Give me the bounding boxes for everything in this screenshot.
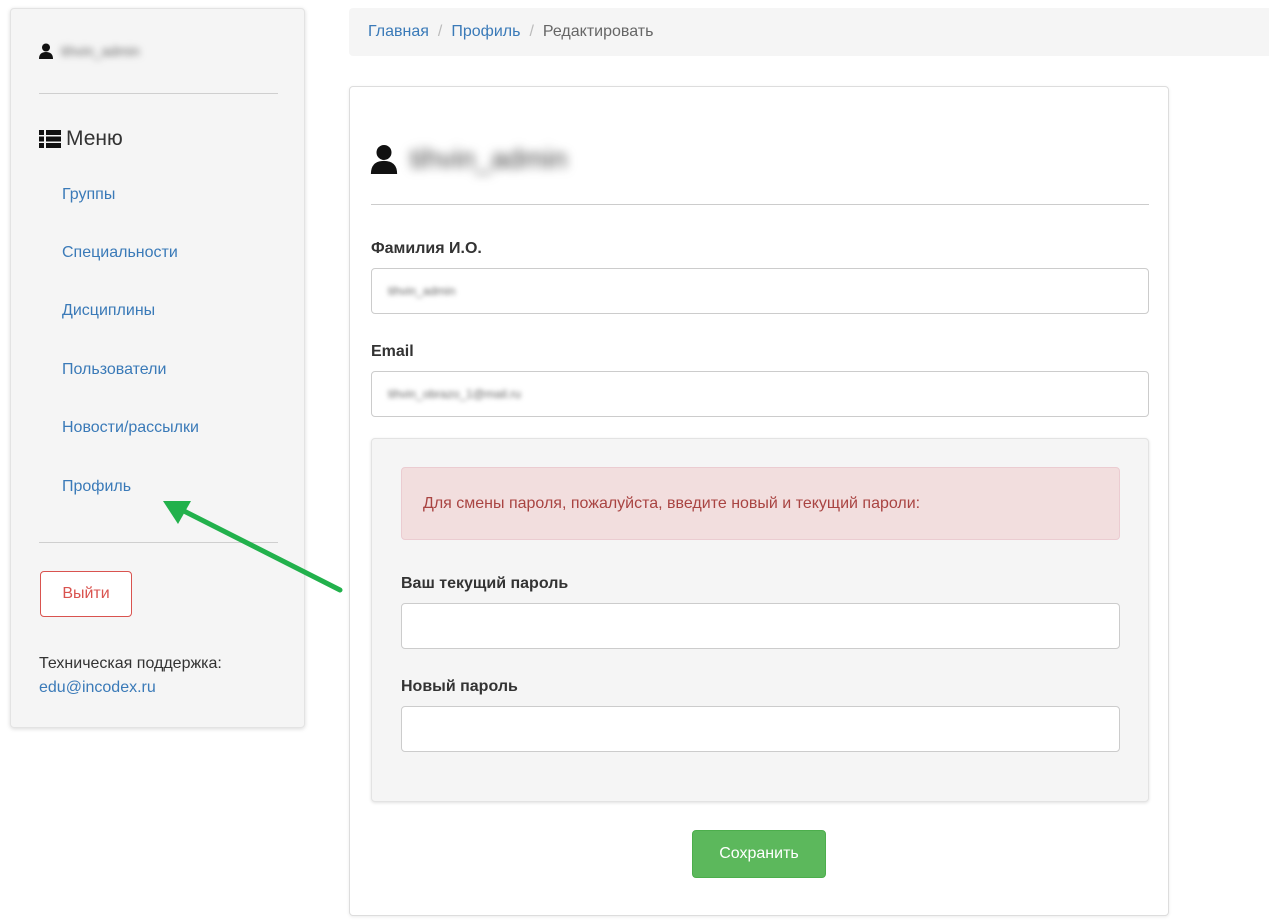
menu-title: Меню — [39, 125, 123, 153]
logout-button[interactable]: Выйти — [40, 571, 132, 617]
email-label: Email — [371, 343, 414, 360]
email-value: tihvin_obrazo_1@mail.ru — [388, 387, 521, 401]
sidebar-item-specialties[interactable]: Специальности — [62, 242, 178, 264]
support-label: Техническая поддержка: — [39, 655, 222, 672]
sidebar-divider — [39, 93, 278, 94]
user-icon — [370, 144, 398, 174]
sidebar-item-disciplines[interactable]: Дисциплины — [62, 300, 155, 322]
support-email-link[interactable]: edu@incodex.ru — [39, 677, 156, 699]
password-alert: Для смены пароля, пожалуйста, введите но… — [401, 467, 1120, 540]
profile-header: tihvin_admin — [370, 139, 567, 179]
email-input[interactable]: tihvin_obrazo_1@mail.ru — [371, 371, 1149, 417]
save-button[interactable]: Сохранить — [692, 830, 826, 878]
panel-divider — [371, 204, 1149, 205]
sidebar-item-profile[interactable]: Профиль — [62, 476, 131, 498]
sidebar: tihvin_admin Меню Группы Специальности Д… — [10, 8, 305, 728]
user-icon — [39, 43, 53, 59]
menu-title-label: Меню — [66, 127, 123, 150]
list-icon — [39, 130, 61, 148]
new-password-label: Новый пароль — [401, 678, 518, 695]
fio-value: tihvin_admin — [388, 284, 456, 298]
profile-edit-panel: tihvin_admin Фамилия И.О. tihvin_admin E… — [349, 86, 1169, 916]
current-password-input[interactable] — [401, 603, 1120, 649]
breadcrumb-separator: / — [529, 23, 534, 40]
breadcrumb-home[interactable]: Главная — [368, 23, 429, 41]
sidebar-item-groups[interactable]: Группы — [62, 184, 115, 206]
current-password-label: Ваш текущий пароль — [401, 575, 569, 592]
breadcrumb-separator: / — [437, 23, 443, 40]
breadcrumb-active: Редактировать — [542, 23, 654, 40]
sidebar-item-users[interactable]: Пользователи — [62, 359, 166, 381]
sidebar-user: tihvin_admin — [39, 39, 140, 63]
fio-label: Фамилия И.О. — [371, 240, 482, 257]
fio-input[interactable]: tihvin_admin — [371, 268, 1149, 314]
sidebar-username: tihvin_admin — [61, 43, 140, 59]
password-section: Для смены пароля, пожалуйста, введите но… — [371, 438, 1149, 802]
sidebar-divider — [39, 542, 278, 543]
sidebar-item-news[interactable]: Новости/рассылки — [62, 417, 199, 439]
profile-username: tihvin_admin — [410, 143, 568, 174]
breadcrumb-profile[interactable]: Профиль — [451, 23, 520, 41]
new-password-input[interactable] — [401, 706, 1120, 752]
breadcrumb: Главная / Профиль / Редактировать — [349, 8, 1269, 56]
